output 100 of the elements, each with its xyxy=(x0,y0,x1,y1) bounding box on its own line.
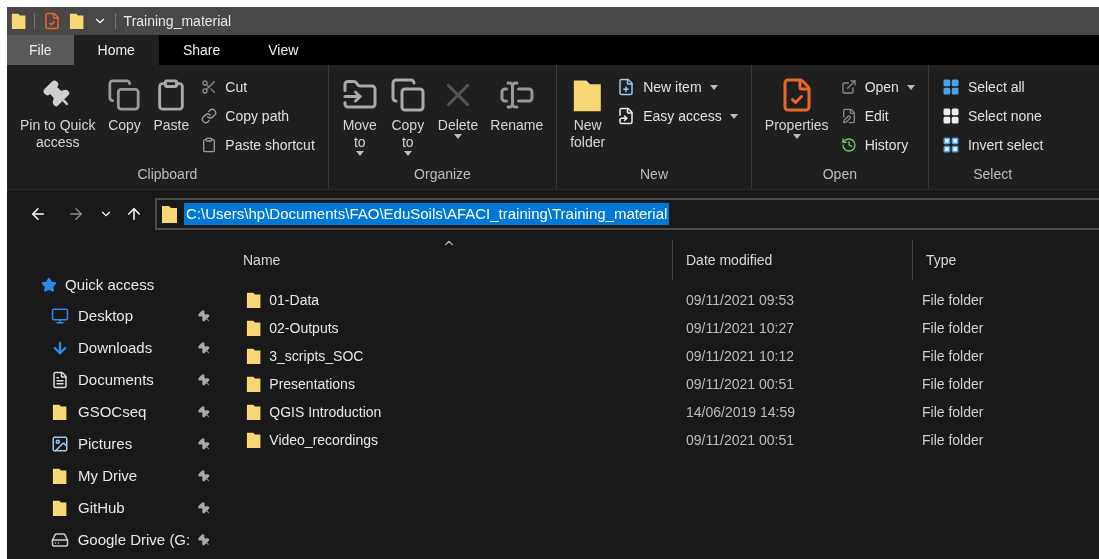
folder-icon xyxy=(69,12,85,30)
ribbon-button[interactable]: Invert select xyxy=(937,133,1048,157)
sidebar-item[interactable]: Google Drive (G: xyxy=(7,524,215,556)
file-name[interactable]: Video_recordings xyxy=(269,429,378,451)
sidebar-item[interactable]: Downloads xyxy=(7,332,215,364)
caret-icon xyxy=(454,134,463,139)
copy-icon xyxy=(389,77,426,113)
date-cell: 09/11/2021 10:27 xyxy=(686,319,794,336)
ribbon-button[interactable]: Copy to xyxy=(385,73,430,156)
file-name[interactable]: 02-Outputs xyxy=(269,317,339,339)
type-cell: File folder xyxy=(922,319,984,336)
type-cell: File folder xyxy=(922,347,984,364)
forward-icon[interactable] xyxy=(67,205,85,223)
sidebar-item[interactable]: Documents xyxy=(7,364,215,396)
ribbon-tab[interactable]: File xyxy=(7,35,74,65)
new-item-icon xyxy=(617,78,636,96)
folder-icon xyxy=(246,291,262,309)
back-icon[interactable] xyxy=(29,205,47,223)
caret-icon xyxy=(709,84,718,90)
caret-icon xyxy=(355,151,364,156)
sidebar-item[interactable]: GSOCseq xyxy=(7,396,215,428)
ribbon-button[interactable]: Copy xyxy=(103,73,146,134)
grid-icon xyxy=(941,107,960,125)
sidebar-item[interactable]: My Drive xyxy=(7,460,215,492)
file-name[interactable]: 01-Data xyxy=(269,289,320,311)
folder-icon xyxy=(246,375,262,393)
caret-icon xyxy=(729,113,738,119)
caret-icon xyxy=(906,84,915,90)
folder-icon xyxy=(246,403,262,421)
picture-icon xyxy=(51,435,69,453)
ribbon-button[interactable]: New folder xyxy=(566,73,610,151)
sidebar-item[interactable]: Pictures xyxy=(7,428,215,460)
date-cell: 09/11/2021 00:51 xyxy=(686,375,794,392)
folder-icon xyxy=(161,204,178,224)
file-name[interactable]: Presentations xyxy=(269,373,355,395)
folder-icon xyxy=(246,347,262,365)
monitor-icon xyxy=(51,307,69,325)
ribbon-button[interactable]: Paste xyxy=(149,73,194,134)
folder-icon xyxy=(52,403,68,421)
group-label: Select xyxy=(972,165,1014,184)
document-icon xyxy=(51,371,69,389)
ribbon-button[interactable]: Pin to Quick access xyxy=(16,73,100,151)
up-icon[interactable] xyxy=(125,205,143,223)
column-header[interactable]: Date modified xyxy=(672,240,912,280)
drive-icon xyxy=(50,531,69,549)
folder-icon xyxy=(52,467,68,485)
grid-icon xyxy=(941,136,960,154)
group-label: Open xyxy=(821,165,858,184)
open-icon xyxy=(840,79,857,95)
group-label: Organize xyxy=(413,165,472,184)
grid-icon xyxy=(941,78,960,96)
scissors-icon xyxy=(201,79,218,95)
folder-icon xyxy=(246,319,262,337)
sidebar-item[interactable]: Quick access xyxy=(7,270,215,300)
ribbon-button[interactable]: Cut xyxy=(197,75,319,99)
ribbon-button[interactable]: Edit xyxy=(836,104,919,128)
date-cell: 09/11/2021 09:53 xyxy=(686,291,794,308)
address-path: C:\Users\hp\Documents\FAO\EduSoils\AFACI_training\Training_material xyxy=(184,202,670,226)
date-cell: 09/11/2021 10:12 xyxy=(686,347,794,364)
group-label: New xyxy=(639,165,669,184)
ribbon-button[interactable]: Move to xyxy=(337,73,382,156)
file-name[interactable]: QGIS Introduction xyxy=(269,401,382,423)
caret-icon xyxy=(792,134,801,139)
ribbon-button[interactable]: History xyxy=(836,133,919,157)
ribbon-button[interactable]: Copy path xyxy=(197,104,319,128)
ribbon-button[interactable]: Properties xyxy=(760,73,833,139)
history-icon xyxy=(840,137,857,153)
sidebar-item[interactable]: Desktop xyxy=(7,300,215,332)
date-cell: 09/11/2021 00:51 xyxy=(686,431,794,448)
group-label: Clipboard xyxy=(136,165,199,184)
window-title: Training_material xyxy=(123,11,232,31)
type-cell: File folder xyxy=(922,431,984,448)
date-cell: 14/06/2019 14:59 xyxy=(686,403,795,420)
ribbon-button[interactable]: Open xyxy=(836,75,919,99)
caret-icon xyxy=(403,151,412,156)
download-icon xyxy=(51,339,69,357)
ribbon-button[interactable]: Select none xyxy=(937,104,1048,128)
folder-icon xyxy=(246,431,262,449)
properties-icon xyxy=(43,12,62,30)
folder-icon xyxy=(52,499,68,517)
type-cell: File folder xyxy=(922,403,984,420)
address-bar[interactable]: C:\Users\hp\Documents\FAO\EduSoils\AFACI_training\Training_material xyxy=(155,198,1099,230)
type-cell: File folder xyxy=(922,375,984,392)
ribbon-button[interactable]: Easy access xyxy=(613,104,742,128)
ribbon-button[interactable]: New item xyxy=(613,75,742,99)
easy-access-icon xyxy=(617,107,636,125)
copy-icon xyxy=(107,78,142,112)
column-header[interactable]: Type xyxy=(912,240,1099,280)
ribbon-button[interactable]: Select all xyxy=(937,75,1048,99)
ribbon-button[interactable]: Paste shortcut xyxy=(197,133,319,157)
edit-icon xyxy=(840,108,857,124)
type-cell: File folder xyxy=(922,291,984,308)
ribbon-button[interactable]: Delete xyxy=(433,73,483,139)
sidebar-item[interactable]: GitHub xyxy=(7,492,215,524)
column-header[interactable]: Name xyxy=(230,240,672,280)
ribbon-button[interactable]: Rename xyxy=(486,73,548,134)
file-name[interactable]: 3_scripts_SOC xyxy=(269,345,364,367)
folder-icon xyxy=(11,12,27,30)
star-icon xyxy=(41,277,57,293)
ribbon-tab[interactable]: Home xyxy=(73,35,159,65)
